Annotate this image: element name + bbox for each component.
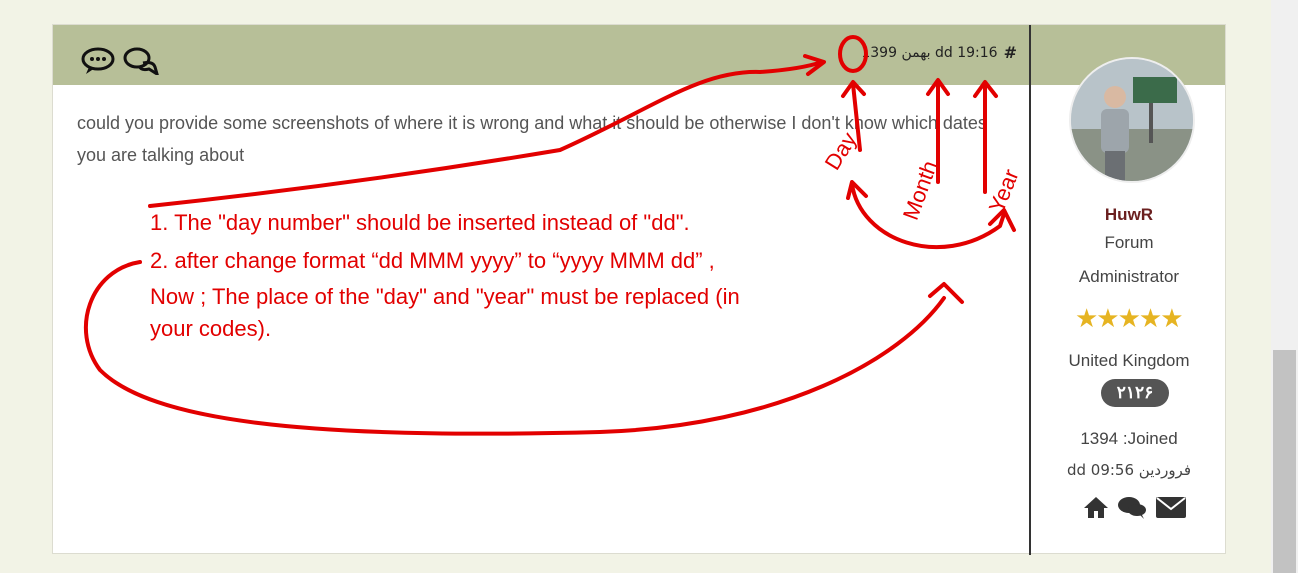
annotation-line-3: Now ; The place of the "day" and "year" … (150, 284, 740, 309)
annotation-line-4: your codes). (150, 316, 272, 341)
annotation-line-1: 1. The "day number" should be inserted i… (150, 210, 690, 235)
annotation-line-2: 2. after change format “dd MMM yyyy” to … (150, 248, 715, 273)
